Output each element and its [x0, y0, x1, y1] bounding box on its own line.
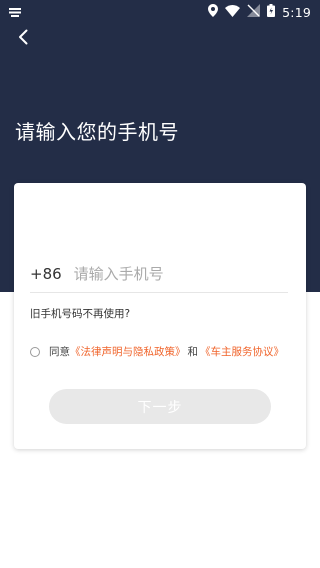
- login-card: +86 旧手机号码不再使用? 同意 《法律声明与隐私政策》 和 《车主服务协议》…: [14, 183, 306, 449]
- agreement-row: 同意 《法律声明与隐私政策》 和 《车主服务协议》: [30, 344, 284, 359]
- battery-icon: [267, 4, 276, 20]
- location-icon: [208, 4, 219, 20]
- legal-policy-link[interactable]: 《法律声明与隐私政策》: [70, 344, 186, 359]
- agreement-radio[interactable]: [30, 346, 40, 357]
- old-phone-link[interactable]: 旧手机号码不再使用?: [30, 306, 130, 321]
- page-title: 请输入您的手机号: [15, 120, 179, 144]
- notification-icon: [9, 6, 21, 20]
- chevron-left-icon: [18, 29, 28, 49]
- next-button[interactable]: 下一步: [49, 389, 271, 424]
- back-button[interactable]: [10, 26, 36, 52]
- agreement-conjunction: 和: [187, 346, 199, 358]
- service-agreement-link[interactable]: 《车主服务协议》: [200, 344, 284, 359]
- status-time: 5:19: [282, 4, 311, 20]
- agreement-prefix: 同意: [49, 346, 70, 358]
- wifi-icon: [225, 4, 241, 20]
- signal-icon: [247, 4, 261, 20]
- phone-field-row: +86: [30, 255, 288, 293]
- country-code[interactable]: +86: [30, 265, 62, 283]
- status-bar: 5:19: [0, 0, 320, 24]
- phone-input[interactable]: [73, 264, 288, 283]
